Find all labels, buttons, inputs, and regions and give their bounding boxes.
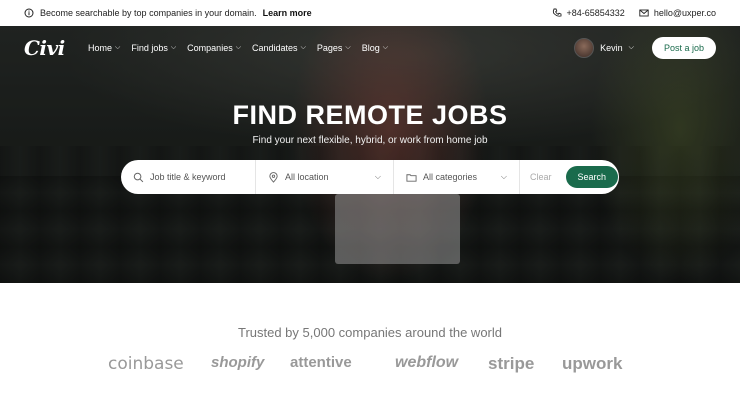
chevron-down-icon: ⌵ — [382, 44, 389, 51]
chevron-down-icon: ⌵ — [500, 172, 507, 181]
nav-menu: Home ⌵ Find jobs ⌵ Companies ⌵ Candidates ⌵ … — [88, 43, 388, 53]
promo-text: Become searchable by top companies in yo… — [40, 8, 257, 18]
chevron-down-icon: ⌵ — [345, 44, 351, 51]
info-icon — [24, 8, 34, 18]
upwork-logo: upwork — [562, 354, 623, 373]
folder-icon — [406, 173, 417, 182]
attentive-logo: attentive — [290, 354, 352, 371]
hero-title: FIND REMOTE JOBS — [232, 100, 508, 130]
location-pin-icon — [269, 171, 278, 183]
promo-banner: Become searchable by top companies in yo… — [24, 8, 312, 18]
user-name: Kevin — [600, 43, 623, 53]
location-select[interactable]: All location ⌵ — [256, 160, 394, 194]
webflow-logo: webflow — [395, 354, 459, 371]
search-icon — [133, 172, 144, 182]
nav-item-home[interactable]: Home ⌵ — [88, 43, 120, 53]
trusted-headline: Trusted by 5,000 companies around the wo… — [237, 325, 502, 340]
chevron-down-icon: ⌵ — [300, 44, 306, 51]
nav-item-candidates[interactable]: Candidates ⌵ — [252, 43, 306, 53]
shopify-logo: shopify — [211, 354, 265, 371]
chevron-down-icon: ⌵ — [235, 44, 242, 51]
user-menu[interactable]: Kevin ⌵ — [574, 38, 634, 58]
nav-item-companies[interactable]: Companies ⌵ — [187, 43, 241, 53]
avatar — [574, 38, 595, 58]
search-button[interactable]: Search — [565, 166, 619, 188]
company-logos: coinbase shopify attentive webflow strip… — [0, 350, 740, 380]
phone-icon — [552, 8, 561, 17]
phone-contact[interactable]: +84-65854332 — [552, 8, 625, 18]
nav-item-blog[interactable]: Blog ⌵ — [362, 43, 388, 53]
phone-number: +84-65854332 — [566, 8, 625, 18]
nav-item-pages[interactable]: Pages ⌵ — [317, 43, 351, 53]
mail-icon — [639, 9, 649, 17]
email-contact[interactable]: hello@uxper.co — [639, 8, 716, 18]
chevron-down-icon: ⌵ — [628, 44, 634, 51]
coinbase-logo: coinbase — [108, 354, 184, 374]
clear-button[interactable]: Clear — [530, 172, 552, 182]
keyword-placeholder: Job title & keyword — [150, 172, 226, 182]
job-search-bar: Job title & keyword All location ⌵ All c… — [121, 160, 619, 194]
chevron-down-icon: ⌵ — [170, 44, 177, 51]
post-job-button[interactable]: Post a job — [651, 37, 716, 59]
email-address: hello@uxper.co — [653, 8, 716, 18]
top-bar: Become searchable by top companies in yo… — [0, 0, 740, 26]
nav-item-find-jobs[interactable]: Find jobs ⌵ — [131, 43, 176, 53]
main-navigation: Civi Home ⌵ Find jobs ⌵ Companies ⌵ Candida… — [0, 26, 740, 70]
learn-more-link[interactable]: Learn more — [263, 8, 312, 18]
category-select[interactable]: All categories ⌵ — [394, 160, 520, 194]
keyword-field[interactable]: Job title & keyword — [121, 160, 256, 194]
chevron-down-icon: ⌵ — [115, 44, 121, 51]
location-value: All location — [285, 172, 329, 182]
chevron-down-icon: ⌵ — [374, 172, 381, 181]
category-value: All categories — [423, 172, 478, 182]
hero-subtitle: Find your next flexible, hybrid, or work… — [252, 135, 488, 146]
civi-logo[interactable]: Civi — [24, 36, 86, 60]
stripe-logo: stripe — [488, 354, 535, 373]
